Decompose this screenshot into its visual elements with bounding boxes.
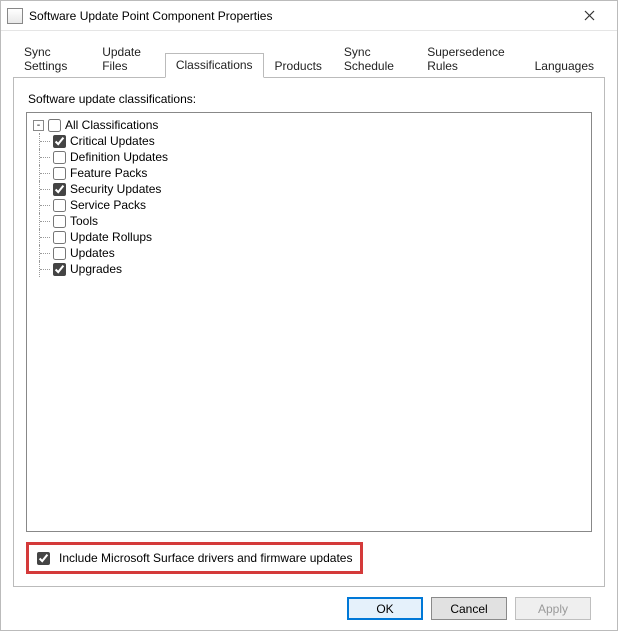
cancel-button[interactable]: Cancel	[431, 597, 507, 620]
tab-languages[interactable]: Languages	[524, 54, 605, 78]
tree-indent	[39, 261, 53, 277]
tree-node-tools[interactable]: Tools	[33, 213, 585, 229]
tree-node-all-classifications[interactable]: - All Classifications	[33, 117, 585, 133]
titlebar: Software Update Point Component Properti…	[1, 1, 617, 31]
tab-update-files[interactable]: Update Files	[91, 40, 165, 78]
tree-label: All Classifications	[64, 117, 158, 133]
tree-indent	[39, 197, 53, 213]
include-surface-checkbox[interactable]	[37, 552, 50, 565]
include-surface-option[interactable]: Include Microsoft Surface drivers and fi…	[26, 542, 363, 574]
titlebar-left: Software Update Point Component Properti…	[7, 8, 272, 24]
tree-label: Security Updates	[69, 181, 161, 197]
tree-checkbox-updates[interactable]	[53, 247, 66, 260]
tree-indent	[39, 181, 53, 197]
tree-label: Feature Packs	[69, 165, 147, 181]
tree-node-feature-packs[interactable]: Feature Packs	[33, 165, 585, 181]
section-label: Software update classifications:	[28, 92, 592, 106]
tree-node-upgrades[interactable]: Upgrades	[33, 261, 585, 277]
tab-products[interactable]: Products	[264, 54, 333, 78]
tree-indent	[39, 229, 53, 245]
tree-label: Service Packs	[69, 197, 146, 213]
tree-checkbox-all-classifications[interactable]	[48, 119, 61, 132]
apply-button[interactable]: Apply	[515, 597, 591, 620]
tree-node-definition-updates[interactable]: Definition Updates	[33, 149, 585, 165]
tree-expander[interactable]: -	[33, 120, 44, 131]
tree-indent	[39, 133, 53, 149]
tree-indent	[39, 245, 53, 261]
ok-button[interactable]: OK	[347, 597, 423, 620]
tree-label: Tools	[69, 213, 98, 229]
tree-checkbox-critical-updates[interactable]	[53, 135, 66, 148]
tree-label: Upgrades	[69, 261, 122, 277]
tree-checkbox-tools[interactable]	[53, 215, 66, 228]
tree-checkbox-definition-updates[interactable]	[53, 151, 66, 164]
tree-checkbox-feature-packs[interactable]	[53, 167, 66, 180]
tree-node-security-updates[interactable]: Security Updates	[33, 181, 585, 197]
app-icon	[7, 8, 23, 24]
tree-node-service-packs[interactable]: Service Packs	[33, 197, 585, 213]
dialog-window: Software Update Point Component Properti…	[0, 0, 618, 631]
client-area: Sync SettingsUpdate FilesClassifications…	[1, 31, 617, 630]
tree-node-update-rollups[interactable]: Update Rollups	[33, 229, 585, 245]
window-title: Software Update Point Component Properti…	[29, 9, 272, 23]
tree-checkbox-security-updates[interactable]	[53, 183, 66, 196]
tab-classifications[interactable]: Classifications	[165, 53, 264, 78]
tree-label: Update Rollups	[69, 229, 152, 245]
tree-node-updates[interactable]: Updates	[33, 245, 585, 261]
close-button[interactable]	[569, 2, 609, 30]
tree-label: Updates	[69, 245, 115, 261]
tab-sync-schedule[interactable]: Sync Schedule	[333, 40, 416, 78]
classifications-tree[interactable]: - All ClassificationsCritical UpdatesDefi…	[26, 112, 592, 532]
close-icon	[584, 10, 595, 21]
tree-label: Definition Updates	[69, 149, 168, 165]
dialog-buttons: OK Cancel Apply	[13, 587, 605, 620]
tree-checkbox-upgrades[interactable]	[53, 263, 66, 276]
tree-checkbox-update-rollups[interactable]	[53, 231, 66, 244]
tree-indent	[39, 213, 53, 229]
tab-sync-settings[interactable]: Sync Settings	[13, 40, 91, 78]
tab-body-classifications: Software update classifications: - All Cl…	[13, 78, 605, 587]
tree-node-critical-updates[interactable]: Critical Updates	[33, 133, 585, 149]
tab-supersedence-rules[interactable]: Supersedence Rules	[416, 40, 523, 78]
include-surface-label: Include Microsoft Surface drivers and fi…	[59, 551, 352, 565]
tree-indent	[39, 165, 53, 181]
tree-checkbox-service-packs[interactable]	[53, 199, 66, 212]
tabstrip: Sync SettingsUpdate FilesClassifications…	[13, 39, 605, 78]
tree-indent	[39, 149, 53, 165]
tree-label: Critical Updates	[69, 133, 155, 149]
